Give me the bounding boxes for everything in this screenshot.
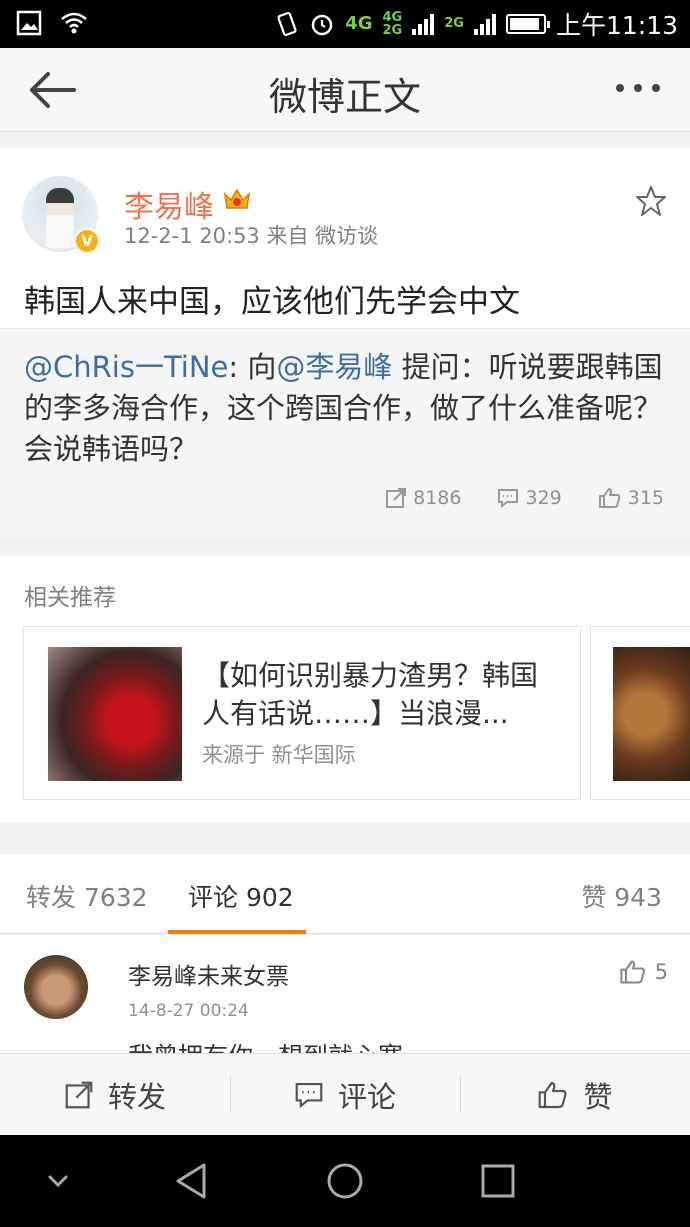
related-section: 相关推荐 【如何识别暴力渣男？韩国人有话说……】当浪漫... 来源于 新华国际 (0, 556, 690, 822)
home-circle-icon[interactable] (325, 1161, 365, 1201)
comment-icon (295, 1082, 323, 1108)
tab-repost[interactable]: 转发 7632 (26, 878, 148, 914)
repost-button[interactable]: 转发 (0, 1054, 230, 1135)
comment-count: 329 (525, 487, 562, 509)
comment-list: 李易峰未来女票 14-8-27 00:24 5 我曾拥有你，想到就心寒 (0, 935, 690, 1055)
title-bar: 微博正文 (0, 48, 690, 132)
signal-icon-2 (473, 13, 496, 35)
recommendation-source: 来源于 新华国际 (202, 743, 356, 767)
network-2g-label: 2G (444, 16, 464, 31)
interaction-tabs: 转发 7632 评论 902 赞 943 (0, 854, 690, 934)
recommendation-card[interactable]: 【如何识别暴力渣男？韩国人有话说……】当浪漫... 来源于 新华国际 (23, 626, 581, 800)
mention-link[interactable]: @李易峰 (276, 350, 392, 384)
post-stats: 8186 329 315 (385, 487, 664, 509)
vibrate-icon (277, 12, 297, 36)
favorite-star-icon[interactable] (634, 184, 668, 218)
quoted-question[interactable]: @ChRis一TiNe: 向@李易峰 提问：听说要跟韩国的李多海合作，这个跨国合… (0, 328, 690, 538)
mention-link[interactable]: @ChRis一TiNe (24, 350, 228, 384)
recent-apps-icon[interactable] (478, 1161, 518, 1201)
clock: 上午11:13 (555, 11, 678, 40)
comment-button[interactable]: 评论 (230, 1054, 460, 1135)
thumbs-up-icon (598, 488, 621, 508)
status-bar: 4G 4G 2G 2G 上午11:13 (0, 0, 690, 48)
action-bar: 转发 评论 赞 (0, 1053, 690, 1135)
repost-count: 8186 (413, 487, 462, 509)
repost-icon (65, 1081, 93, 1108)
repost-icon (386, 488, 407, 508)
verified-badge-icon: V (74, 228, 100, 254)
related-title: 相关推荐 (24, 585, 116, 611)
network-2g-small-label: 2G (382, 23, 403, 38)
comment-like-button[interactable]: 5 (619, 959, 668, 985)
comment-like-count: 5 (654, 960, 668, 984)
thumbs-up-icon (539, 1081, 567, 1108)
post-text: 韩国人来中国，应该他们先学会中文 (24, 284, 520, 320)
comment-stat[interactable]: 329 (497, 487, 562, 509)
like-button-label: 赞 (583, 1079, 613, 1114)
recommendation-card-2[interactable] (590, 626, 690, 800)
like-button[interactable]: 赞 (460, 1054, 690, 1135)
chevron-down-icon[interactable] (38, 1161, 78, 1201)
repost-button-label: 转发 (107, 1079, 166, 1114)
page-title: 微博正文 (268, 75, 421, 119)
tab-like[interactable]: 赞 943 (581, 878, 662, 914)
comment-button-label: 评论 (337, 1079, 396, 1114)
author-avatar[interactable]: V (22, 176, 100, 254)
like-stat[interactable]: 315 (598, 487, 664, 509)
repost-stat[interactable]: 8186 (385, 487, 461, 509)
signal-icon (412, 13, 435, 35)
more-options-icon[interactable] (616, 76, 666, 100)
recommendation-thumbnail-2 (613, 647, 690, 781)
commenter-avatar[interactable] (24, 955, 88, 1019)
gallery-icon (16, 10, 42, 36)
post-meta: 12-2-1 20:53 来自 微访谈 (124, 224, 379, 248)
vip-crown-icon[interactable] (222, 186, 252, 212)
post-card: V 李易峰 12-2-1 20:53 来自 微访谈 韩国人来中国，应该他们先学会… (0, 148, 690, 538)
wifi-icon (61, 12, 87, 34)
alarm-icon (311, 14, 333, 36)
back-triangle-icon[interactable] (172, 1161, 212, 1201)
active-tab-indicator (168, 930, 306, 934)
battery-icon (505, 14, 550, 34)
recommendation-title: 【如何识别暴力渣男？韩国人有话说……】当浪漫... (202, 659, 539, 730)
recommendation-thumbnail (48, 647, 182, 781)
like-count: 315 (627, 487, 664, 509)
quote-prefix: : 向 (228, 350, 277, 384)
tab-comment[interactable]: 评论 902 (188, 878, 294, 914)
comment-time: 14-8-27 00:24 (128, 1001, 249, 1021)
system-nav-bar (0, 1135, 690, 1227)
comment-icon (498, 489, 519, 509)
commenter-name[interactable]: 李易峰未来女票 (128, 957, 289, 991)
network-4g-label: 4G (345, 13, 373, 34)
thumbs-up-icon (619, 960, 645, 984)
